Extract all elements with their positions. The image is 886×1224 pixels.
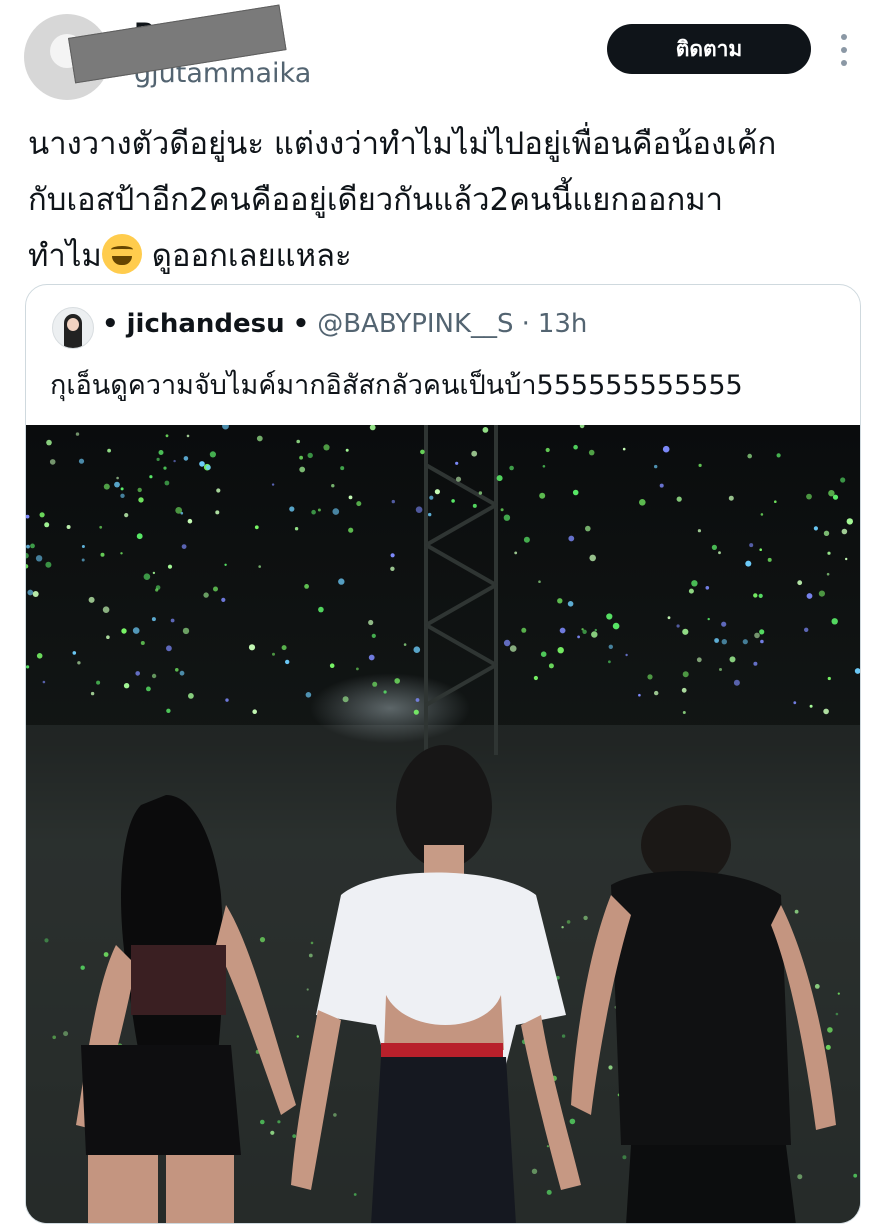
- quote-display-name[interactable]: jichandesu: [127, 309, 285, 339]
- concert-photo[interactable]: [26, 425, 860, 1223]
- more-vertical-icon[interactable]: [832, 30, 856, 70]
- grinning-face-with-sweat-icon: [101, 234, 142, 274]
- quote-avatar[interactable]: [52, 307, 94, 349]
- concert-photo-illustration: [26, 425, 860, 1223]
- quote-text: กุเอ็นดูความจับไมค์มากอิสัสกลัวคนเป็นบ้า…: [50, 370, 743, 401]
- quoted-post[interactable]: • jichandesu • @BABYPINK__S · 13h กุเอ็น…: [25, 284, 861, 1224]
- post-text: นางวางตัวดีอยู่นะ แต่งงว่าทำไมไม่ไปอยู่เ…: [28, 116, 868, 284]
- post: Py gjutammaika ติดตาม นางวางตัวดีอยู่นะ …: [0, 0, 886, 1224]
- quote-meta: • jichandesu • @BABYPINK__S · 13h: [102, 309, 587, 339]
- post-text-line-1: นางวางตัวดีอยู่นะ แต่งงว่าทำไมไม่ไปอยู่เ…: [28, 126, 777, 162]
- quote-handle[interactable]: @BABYPINK__S: [317, 309, 513, 339]
- follow-button[interactable]: ติดตาม: [607, 24, 811, 74]
- quote-timestamp[interactable]: 13h: [538, 309, 588, 339]
- quote-bullet: •: [102, 309, 119, 339]
- quote-name-suffix: •: [292, 309, 310, 339]
- post-text-line-3a: ทำไม: [28, 238, 102, 274]
- post-text-line-3b: ดูออกเลยแหละ: [141, 238, 352, 274]
- quote-separator: ·: [521, 309, 530, 339]
- post-text-line-2: กับเอสป้าอีก2คนคืออยู่เดียวกันแล้ว2คนนี้…: [28, 182, 724, 218]
